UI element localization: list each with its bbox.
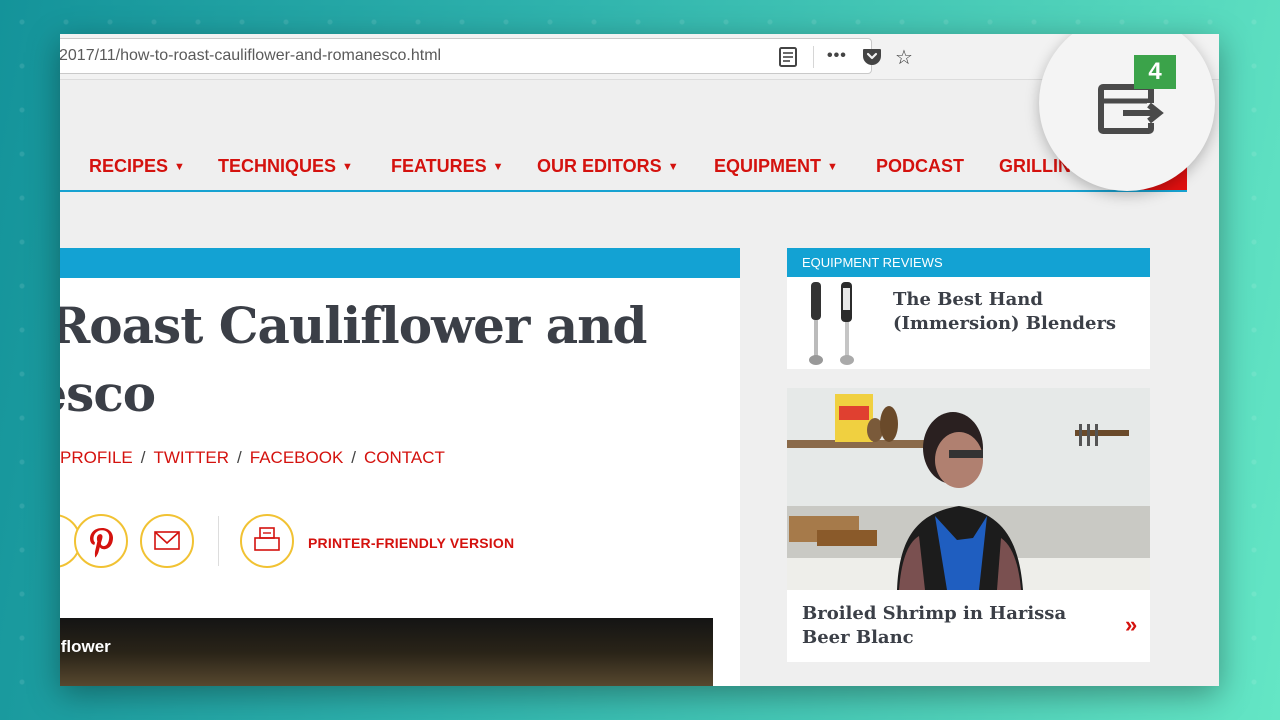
nav-item-features[interactable]: FEATURES ▼: [391, 156, 504, 177]
article-hero-photo: iflower: [60, 618, 713, 686]
bookmark-star-icon[interactable]: ☆: [895, 45, 913, 70]
chevron-down-icon: ▼: [342, 161, 353, 173]
byline-separator: /: [237, 448, 242, 467]
url-text[interactable]: 2017/11/how-to-roast-cauliflower-and-rom…: [60, 47, 441, 65]
pocket-icon[interactable]: [862, 48, 882, 66]
nav-item-podcast[interactable]: PODCAST: [876, 156, 964, 177]
email-icon: [154, 531, 180, 550]
share-pinterest-button[interactable]: [74, 514, 128, 568]
nav-label: EQUIPMENT: [714, 156, 822, 176]
printer-button[interactable]: [240, 514, 294, 568]
browser-window: 2017/11/how-to-roast-cauliflower-and-rom…: [60, 34, 1219, 686]
tab-count-badge: 4: [1134, 55, 1176, 89]
chevron-down-icon: ▼: [174, 161, 185, 173]
more-actions-icon[interactable]: •••: [827, 47, 847, 65]
byline-separator: /: [140, 448, 146, 467]
nav-label: PODCAST: [876, 156, 965, 176]
article-card: o Roast Cauliflower and nesco PROFILE / TW…: [60, 248, 740, 686]
chevron-down-icon: ▼: [827, 161, 838, 173]
reader-view-icon[interactable]: [779, 47, 797, 67]
pinterest-icon: [90, 528, 113, 558]
headline-line-2: nesco: [60, 364, 156, 423]
equipment-review-title[interactable]: The Best Hand (Immersion) Blenders: [893, 288, 1133, 336]
video-card[interactable]: Broiled Shrimp in Harissa Beer Blanc »: [787, 388, 1150, 662]
share-email-button[interactable]: [140, 514, 194, 568]
contact-link[interactable]: CONTACT: [364, 448, 445, 467]
immersion-blender-image: [809, 282, 854, 365]
url-bar-divider: [813, 46, 814, 68]
facebook-link[interactable]: FACEBOOK: [250, 448, 344, 467]
author-links: PROFILE / TWITTER / FACEBOOK / CONTACT: [60, 448, 445, 468]
share-divider: [218, 516, 219, 566]
byline-separator: /: [351, 448, 357, 467]
nav-label: TECHNIQUES: [218, 156, 337, 176]
main-navigation: RECIPES ▼ TECHNIQUES ▼ FEATURES ▼ OUR EDITO…: [60, 152, 1187, 192]
nav-label: OUR EDITORS: [537, 156, 662, 176]
nav-label: FEATURES: [391, 156, 487, 176]
chevron-down-icon: ▼: [492, 161, 504, 173]
double-chevron-right-icon[interactable]: »: [1125, 612, 1137, 638]
video-thumbnail[interactable]: [787, 388, 1150, 590]
printer-friendly-link[interactable]: PRINTER-FRIENDLY VERSION: [308, 535, 514, 551]
chevron-down-icon: ▼: [667, 161, 679, 173]
equipment-reviews-header: EQUIPMENT REVIEWS: [787, 248, 1150, 277]
nav-item-equipment[interactable]: EQUIPMENT ▼: [714, 156, 838, 177]
headline-line-1: o Roast Cauliflower and: [60, 296, 647, 355]
article-header-bar: [60, 248, 740, 278]
equipment-reviews-label: EQUIPMENT REVIEWS: [802, 255, 943, 270]
photo-caption: iflower: [60, 637, 111, 656]
equipment-reviews-card[interactable]: EQUIPMENT REVIEWS The Best Hand (Immersi…: [787, 248, 1150, 369]
profile-link[interactable]: PROFILE: [60, 448, 133, 467]
printer-icon: [254, 527, 280, 551]
nav-label: RECIPES: [89, 156, 169, 176]
nav-item-recipes[interactable]: RECIPES ▼: [89, 156, 185, 177]
nav-item-our-editors[interactable]: OUR EDITORS ▼: [537, 156, 679, 177]
nav-item-techniques[interactable]: TECHNIQUES ▼: [218, 156, 353, 177]
twitter-link[interactable]: TWITTER: [153, 448, 229, 467]
url-bar[interactable]: 2017/11/how-to-roast-cauliflower-and-rom…: [60, 38, 913, 74]
video-title[interactable]: Broiled Shrimp in Harissa Beer Blanc: [802, 602, 1102, 650]
article-headline: o Roast Cauliflower and nesco: [60, 292, 720, 428]
